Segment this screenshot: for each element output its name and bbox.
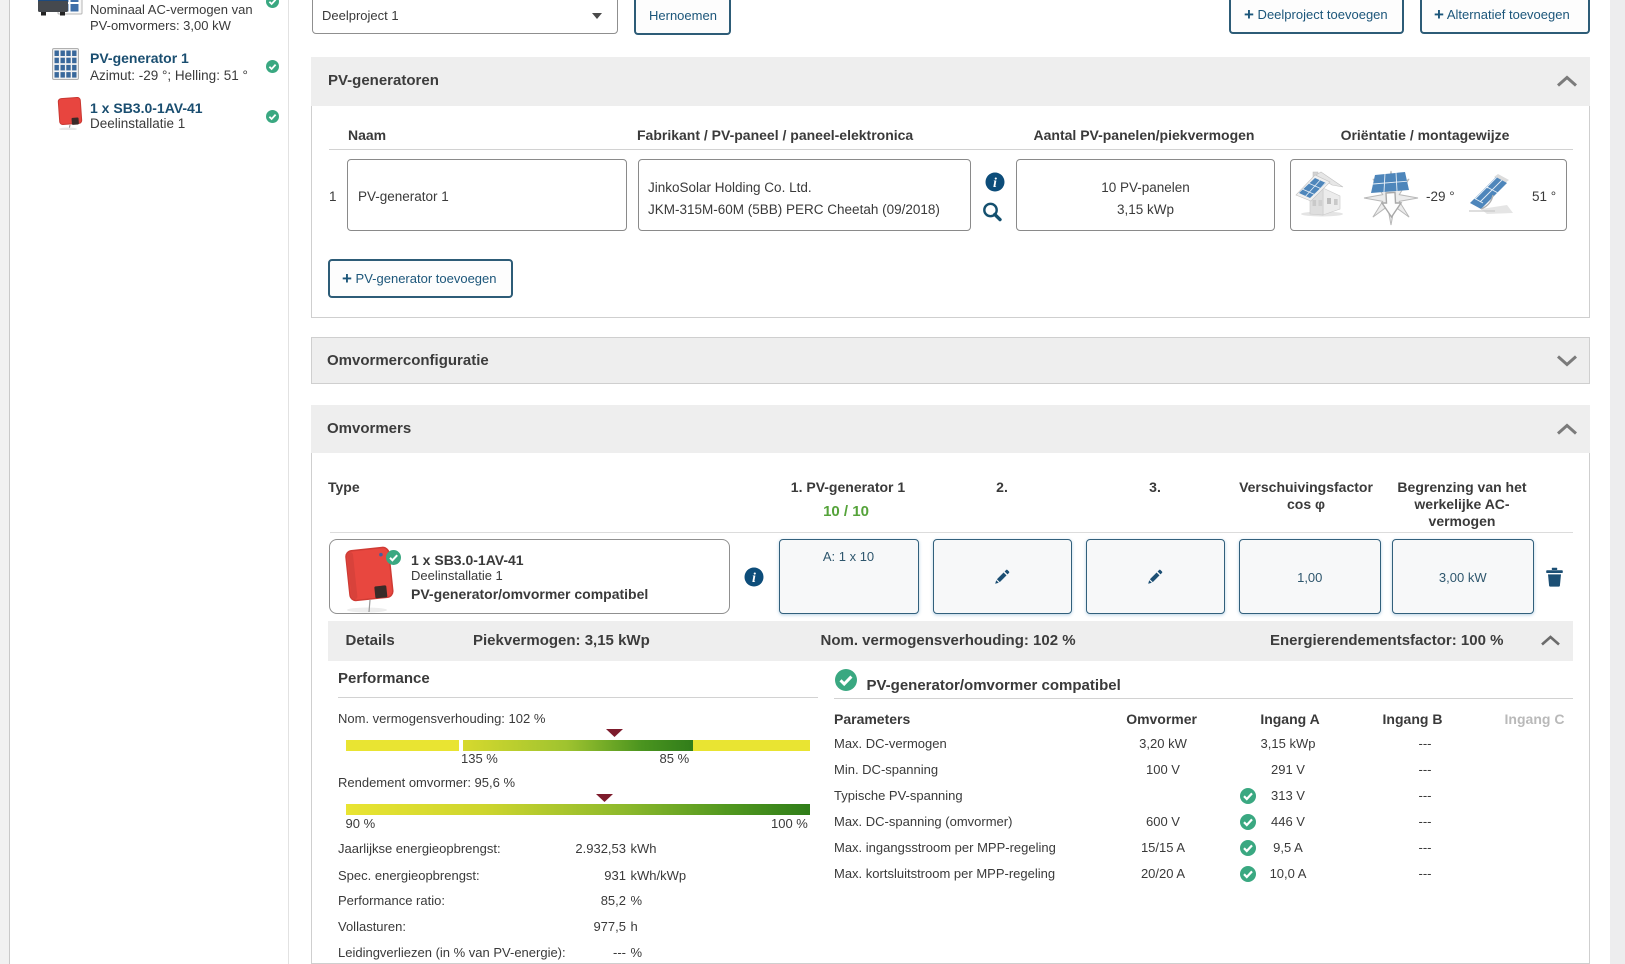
svg-text:i: i — [993, 176, 997, 191]
svg-text:i: i — [752, 571, 756, 586]
